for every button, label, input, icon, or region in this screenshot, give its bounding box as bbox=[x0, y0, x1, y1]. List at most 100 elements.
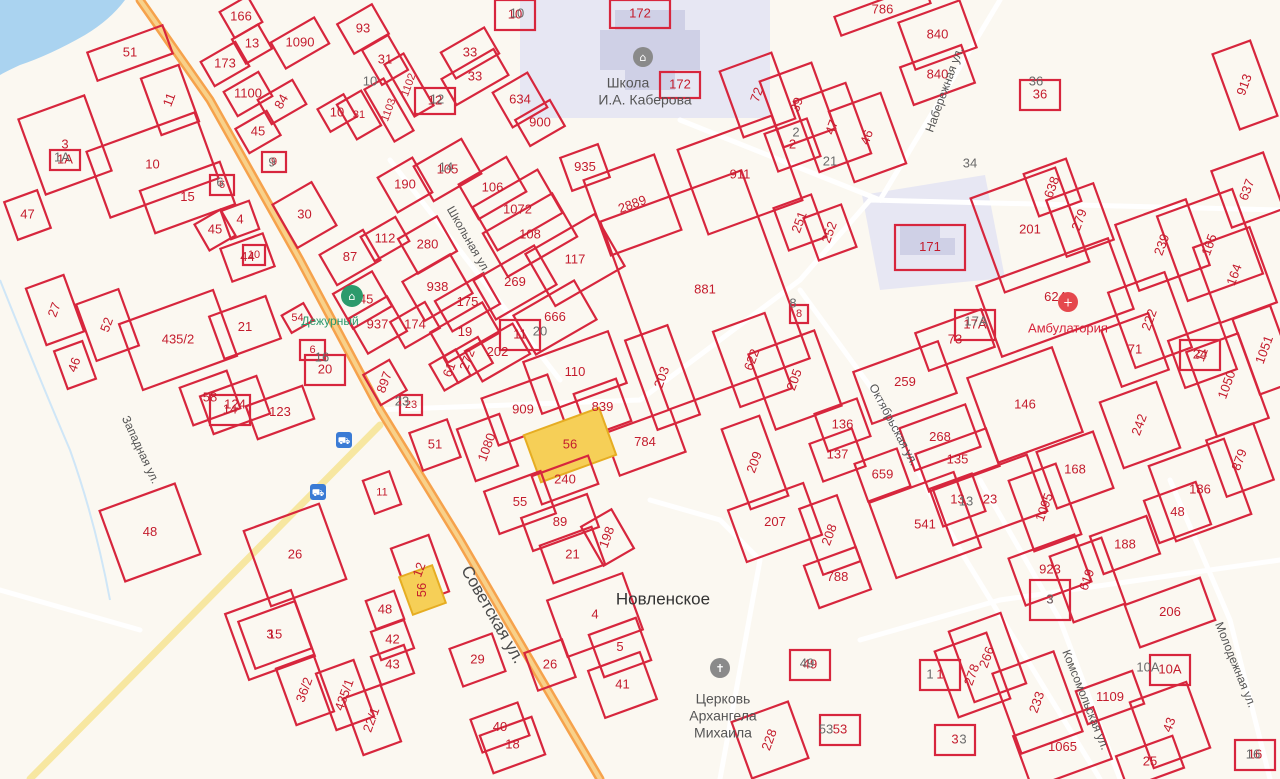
parcel-number: 839 bbox=[592, 399, 614, 414]
parcel-number: 1051 bbox=[1252, 333, 1276, 365]
parcel-number: 51 bbox=[428, 436, 442, 451]
parcel-number: 659 bbox=[872, 466, 894, 481]
parcel-number: 280 bbox=[417, 236, 439, 251]
parcel-number: 13 bbox=[245, 35, 259, 50]
parcel-number: 106 bbox=[482, 179, 504, 194]
parcel-number: 11 bbox=[376, 486, 387, 498]
parcel-number: 8 bbox=[796, 308, 802, 320]
street-label-sovetskaya: Советская ул. bbox=[457, 562, 528, 666]
parcel-number: 48 bbox=[1170, 504, 1184, 519]
parcel-number: 1 bbox=[936, 666, 943, 681]
parcel-number: 938 bbox=[427, 279, 449, 294]
parcel-number: 45 bbox=[208, 221, 222, 236]
stream bbox=[0, 279, 111, 601]
parcel-number: 87 bbox=[343, 249, 357, 264]
parcel-number: 228 bbox=[758, 727, 780, 753]
parcel-number: 206 bbox=[1159, 604, 1181, 619]
parcel-number: 15 bbox=[268, 626, 282, 641]
school-label-1: Школа bbox=[607, 75, 650, 91]
church-label-1: Церковь bbox=[696, 691, 751, 707]
street-label-zapadnaya: Западная ул. bbox=[119, 413, 163, 485]
parcel-number: 36 bbox=[1033, 86, 1047, 101]
parcel-number: 175 bbox=[457, 294, 479, 309]
house-number: 23 bbox=[395, 393, 409, 408]
parcel-number: 23 bbox=[983, 491, 997, 506]
parcel-number: 937 bbox=[367, 316, 389, 331]
parcel-number: 47 bbox=[20, 206, 34, 221]
parcel-number: 900 bbox=[529, 114, 551, 129]
map-canvas[interactable]: 16613173109093311100 84110211033145105111… bbox=[0, 0, 1280, 779]
house-number: 13 bbox=[959, 493, 973, 508]
parcel-number: 52 bbox=[97, 315, 116, 334]
parcel-number: 18 bbox=[505, 736, 519, 751]
parcel-number: 171 bbox=[919, 239, 941, 254]
parcel-number: 135 bbox=[947, 451, 969, 466]
parcel-number: 207 bbox=[764, 514, 786, 529]
parcel-number: 1050 bbox=[1215, 368, 1239, 400]
clinic-label: Амбулатория bbox=[1028, 320, 1108, 335]
parcel-number: 46 bbox=[857, 128, 876, 147]
parcel-number: 879 bbox=[1228, 447, 1250, 473]
parcel-number: 43 bbox=[385, 656, 399, 671]
parcel-number: 108 bbox=[519, 226, 541, 241]
house-number: 12 bbox=[430, 91, 444, 106]
svg-text:⛟: ⛟ bbox=[338, 436, 351, 447]
parcel-number: 259 bbox=[894, 374, 916, 389]
house-number: 3 bbox=[959, 731, 966, 746]
parcel-number: 173 bbox=[214, 55, 236, 70]
parcel-number: 233 bbox=[1026, 689, 1048, 715]
parcel-number: 4 bbox=[591, 606, 598, 621]
bus-stop-icon-1[interactable]: ⛟ bbox=[336, 432, 352, 448]
house-number: 49 bbox=[800, 655, 814, 670]
clinic-icon-glyph: + bbox=[1063, 296, 1073, 310]
parcel-number: 112 bbox=[375, 230, 396, 245]
parcel-number: 93 bbox=[356, 20, 370, 35]
bus-stop-icon-2[interactable]: ⛟ bbox=[310, 484, 326, 500]
parcel-number: 172 bbox=[629, 5, 651, 20]
parcel-number: 1090 bbox=[286, 34, 315, 49]
church-marker[interactable]: ✝ Церковь Архангела Михаила bbox=[689, 658, 757, 741]
parcel-number: 1065 bbox=[1048, 739, 1077, 754]
parcel-number: 61 bbox=[439, 360, 458, 379]
parcel-number: 786 bbox=[872, 1, 894, 16]
parcel-number: 47 bbox=[822, 118, 841, 137]
house-number: 9 bbox=[268, 154, 275, 169]
house-number: 16 bbox=[1246, 746, 1260, 761]
parcel-number: 1095 bbox=[1032, 491, 1056, 523]
parcel-number: 55 bbox=[513, 494, 527, 509]
parcel-number: 21 bbox=[238, 319, 252, 334]
parcel-number: 190 bbox=[394, 176, 416, 191]
parcel-number: 48 bbox=[143, 524, 157, 539]
parcel-number: 10 bbox=[248, 249, 260, 261]
house-number: 3 bbox=[1046, 591, 1053, 606]
house-number: 10А bbox=[1136, 659, 1159, 674]
place-label-novlenskoe: Новленское bbox=[616, 589, 710, 608]
cadastral-map[interactable]: 166 13 173 1090 93 31 1100 84 1102 1103 31 45 10 51 11… bbox=[0, 0, 1280, 779]
parcel-number: 174 bbox=[404, 316, 426, 331]
clinic-marker[interactable]: + Амбулатория bbox=[1028, 292, 1108, 335]
parcel-number: 123 bbox=[269, 404, 291, 419]
parcel-number: 4 bbox=[236, 211, 243, 226]
house-number: 1 bbox=[926, 666, 933, 681]
parcel-number: 166 bbox=[230, 8, 252, 23]
road-diagonal-southwest bbox=[26, 421, 384, 779]
shop-marker[interactable]: ⌂ Дежурный bbox=[301, 285, 363, 328]
house-number: 21 bbox=[823, 153, 837, 168]
parcel-number: 435/2 bbox=[162, 331, 195, 346]
parcel-number: 10 bbox=[330, 104, 344, 119]
parcel-number: 56 bbox=[414, 583, 429, 597]
parcel-number: 31 bbox=[378, 51, 392, 66]
house-number: 34 bbox=[963, 155, 977, 170]
parcel-number: 240 bbox=[554, 471, 576, 486]
parcel-number: 15 bbox=[180, 189, 194, 204]
parcel-number: 71 bbox=[1128, 341, 1142, 356]
parcel-number: 11 bbox=[513, 326, 527, 341]
parcel-number: 239 bbox=[1151, 232, 1173, 258]
parcel-number: 46 bbox=[64, 355, 83, 374]
parcel-number: 209 bbox=[743, 449, 765, 475]
parcel-number: 168 bbox=[1064, 461, 1086, 476]
church-icon-glyph: ✝ bbox=[715, 662, 724, 675]
parcel-number: 208 bbox=[818, 522, 840, 548]
street-label-oktyabrskaya: Октябрьская ул. bbox=[866, 381, 921, 468]
house-number: 10 bbox=[363, 73, 377, 88]
